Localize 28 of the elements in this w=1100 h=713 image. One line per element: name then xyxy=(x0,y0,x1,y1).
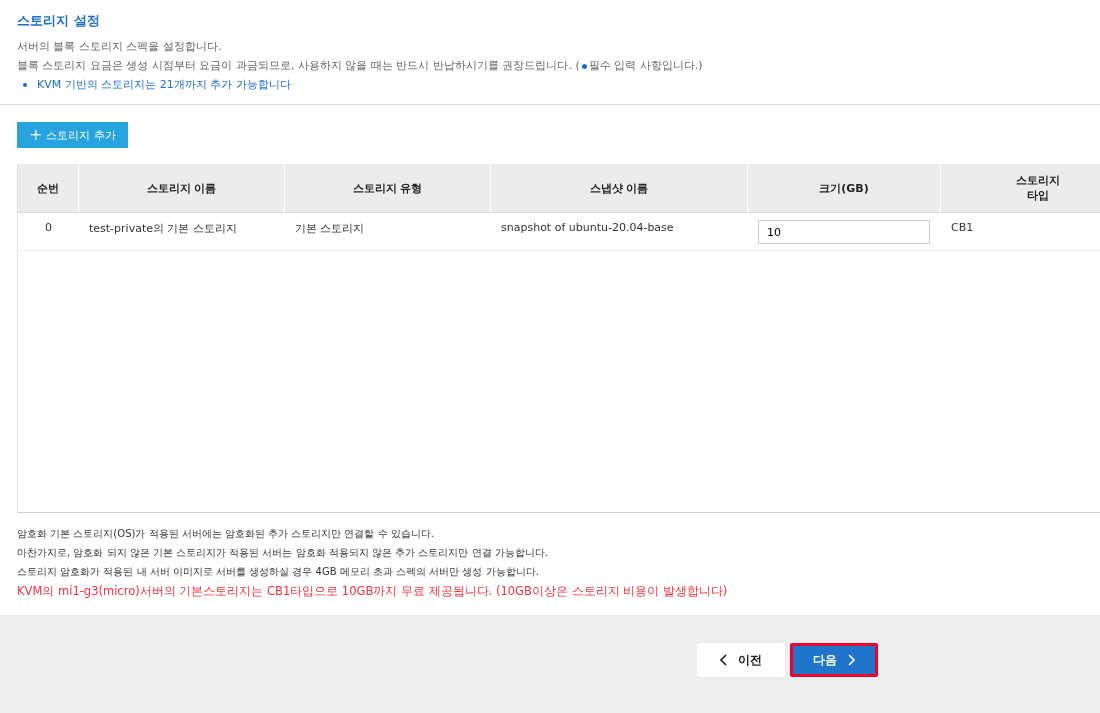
next-button[interactable]: 다음 xyxy=(790,643,878,677)
info-note: 마찬가지로, 암호화 되지 않은 기본 스토리지가 적용된 서버는 암호화 적용되지 않은 추가 스토리지만 연결 가능합니다. xyxy=(17,546,549,560)
column-header: 크기(GB) xyxy=(748,164,941,213)
limit-note: KVM 기반의 스토리지는 21개까지 추가 가능합니다 xyxy=(37,77,291,92)
bullet-icon xyxy=(23,82,27,87)
info-note: 스토리지 암호화가 적용된 내 서버 이미지로 서버를 생성하실 경우 4GB 메모리 초과 스펙의 서버만 생성 가능합니다. xyxy=(17,565,540,579)
column-header: 스토리지 유형 xyxy=(285,164,491,213)
column-header: 스토리지 이름 xyxy=(79,164,285,213)
required-dot-icon xyxy=(581,63,587,69)
info-note: 암호화 기본 스토리지(OS)가 적용된 서버에는 암호화된 추가 스토리지만 연결할 수 있습니다. xyxy=(17,527,435,541)
previous-button[interactable]: 이전 xyxy=(697,643,785,677)
table-cell: 0 xyxy=(18,213,79,251)
column-header: 순번 xyxy=(18,164,79,213)
warning-note: KVM의 mi1-g3(micro)서버의 기본스토리지는 CB1타입으로 10GB까지 무료 제공됩니다. (10GB이상은 스토리지 비용이 발생합니다) xyxy=(17,584,729,599)
description: 서버의 블록 스토리지 스펙을 설정합니다. xyxy=(17,39,223,55)
required-note: 필수 입력 사항입니다.) xyxy=(588,58,703,74)
chevron-right-icon xyxy=(847,654,855,666)
table-cell: test-private의 기본 스토리지 xyxy=(79,213,285,251)
table-cell: CB1 xyxy=(941,213,1100,251)
section-title: 스토리지 설정 xyxy=(17,12,101,30)
chevron-left-icon xyxy=(720,654,728,666)
table-cell: 기본 스토리지 xyxy=(285,213,491,251)
notice-text: 블록 스토리지 요금은 생성 시점부터 요금이 과금되므로, 사용하지 않을 때는 반드시 반납하시기를 권장드립니다. ( xyxy=(17,58,580,74)
table-cell: snapshot of ubuntu-20.04-base xyxy=(491,213,748,251)
column-header: 스냅샷 이름 xyxy=(491,164,748,213)
column-header: 스토리지 타입 xyxy=(941,164,1100,213)
plus-icon: + xyxy=(29,127,43,143)
size-input[interactable]: 10 xyxy=(758,220,930,244)
